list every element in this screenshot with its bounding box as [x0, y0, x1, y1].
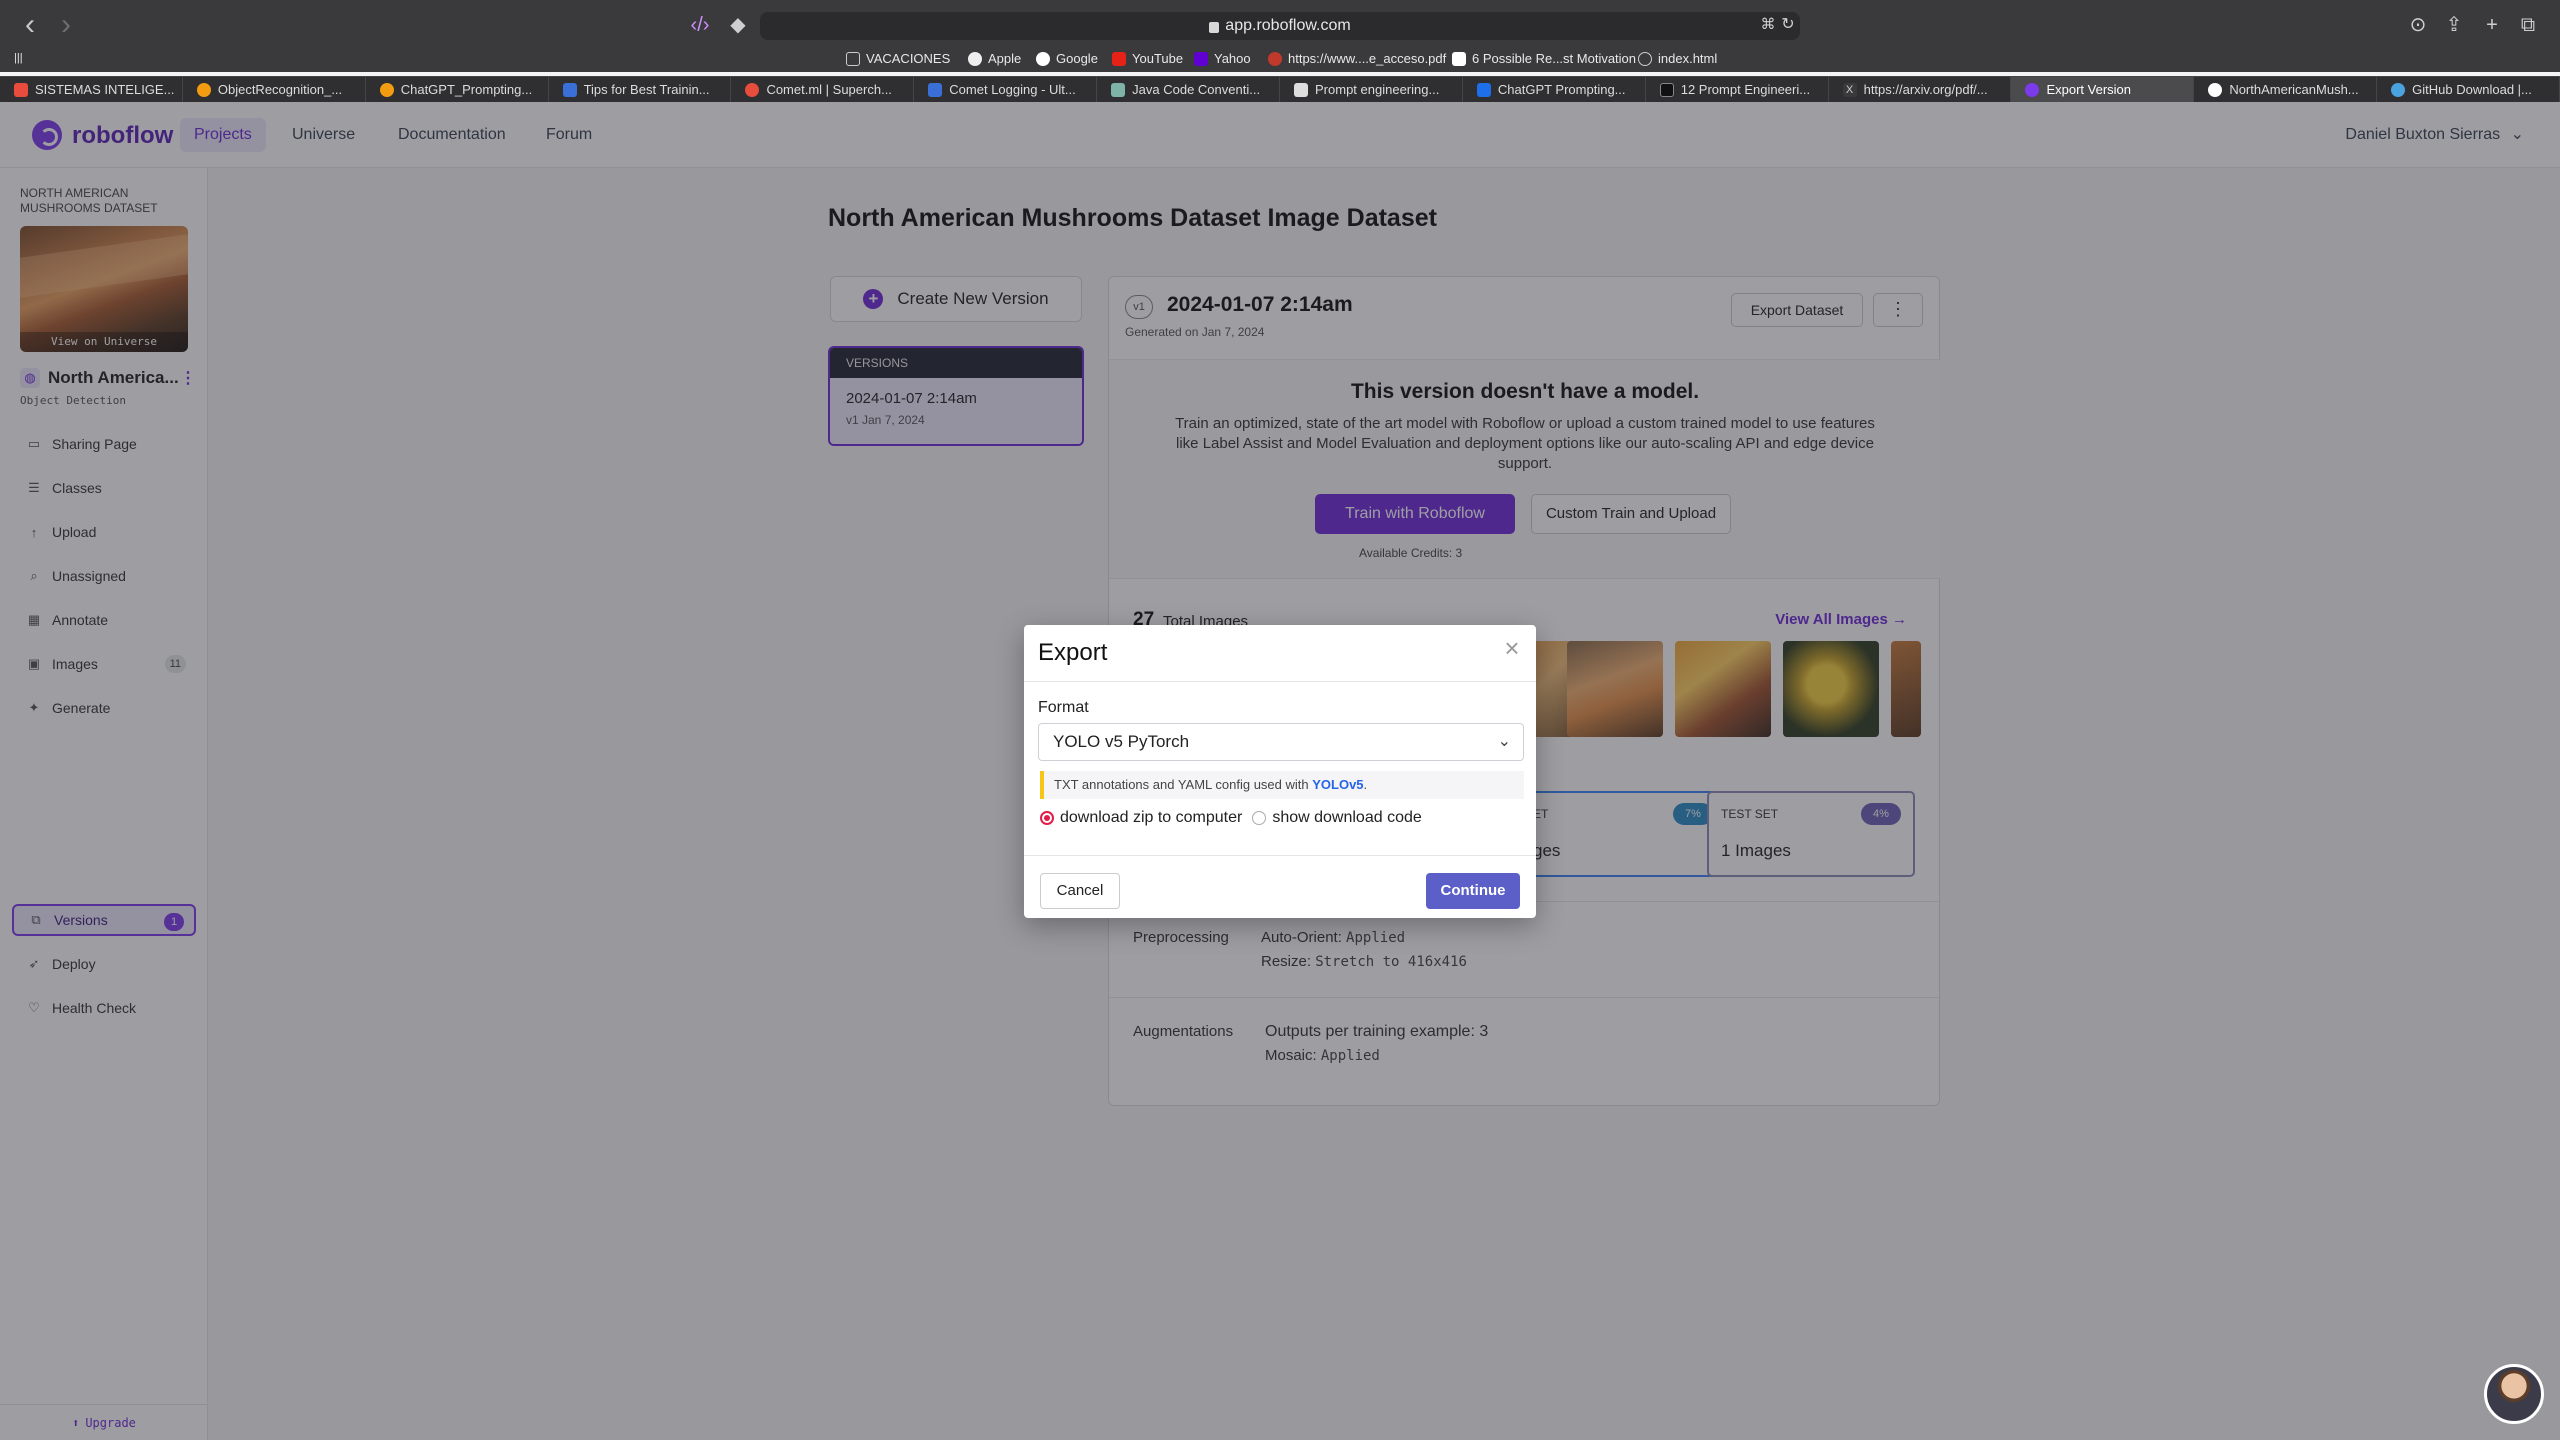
- format-note: TXT annotations and YAML config used wit…: [1040, 771, 1524, 799]
- bookmark-item[interactable]: Google: [1036, 51, 1098, 66]
- tab-strip: SISTEMAS INTELIGE... ObjectRecognition_.…: [0, 76, 2560, 102]
- radio-download-zip-label[interactable]: download zip to computer: [1060, 809, 1242, 827]
- yahoo-icon: [1194, 51, 1208, 66]
- download-options: download zip to computer show download c…: [1040, 809, 1422, 827]
- browser-tab[interactable]: NorthAmericanMush...: [2194, 77, 2378, 102]
- tab-favicon: [928, 82, 943, 97]
- tab-favicon: [562, 82, 577, 97]
- bookmark-folder[interactable]: VACACIONES: [846, 51, 950, 66]
- sidebar-toggle-icon[interactable]: |||: [14, 52, 23, 64]
- support-avatar[interactable]: [2484, 1364, 2544, 1424]
- tab-favicon: [1111, 82, 1126, 97]
- browser-tab[interactable]: GitHub Download |...: [2377, 77, 2560, 102]
- new-tab-icon[interactable]: +: [2480, 13, 2504, 37]
- extension-icon[interactable]: ◆: [726, 13, 750, 37]
- browser-tab[interactable]: ChatGPT_Prompting...: [366, 77, 549, 102]
- google-icon: [1036, 51, 1050, 66]
- radio-show-code-label[interactable]: show download code: [1272, 809, 1421, 827]
- apple-icon: [968, 51, 982, 66]
- export-modal: Export × Format YOLO v5 PyTorch ⌄ TXT an…: [1024, 625, 1536, 918]
- tab-favicon: [1659, 82, 1674, 97]
- back-icon[interactable]: ‹: [16, 10, 44, 40]
- github-icon: [2208, 82, 2223, 97]
- browser-tab[interactable]: Tips for Best Trainin...: [549, 77, 732, 102]
- radio-download-zip[interactable]: [1040, 811, 1054, 825]
- roboflow-favicon: [2025, 82, 2040, 97]
- folder-icon: [846, 51, 860, 66]
- x-icon: X: [1842, 82, 1857, 97]
- browser-toolbar: ‹ › ‹/› ◆ app.roboflow.com ⌘ ↻ ⊙ ⇪ + ⧉: [0, 0, 2560, 52]
- tab-favicon: [2391, 82, 2406, 97]
- bookmark-item[interactable]: https://www....e_acceso.pdf: [1268, 51, 1446, 66]
- url-text: app.roboflow.com: [1225, 17, 1351, 34]
- bookmarks-bar: ||| VACACIONES Apple Google YouTube Yaho…: [0, 46, 2560, 72]
- radio-show-code[interactable]: [1252, 811, 1267, 825]
- close-icon[interactable]: ×: [1498, 635, 1526, 663]
- bookmark-item[interactable]: YouTube: [1112, 51, 1183, 66]
- reload-icon[interactable]: ↻: [1776, 13, 1800, 37]
- forward-icon[interactable]: ›: [52, 10, 80, 40]
- url-bar[interactable]: app.roboflow.com: [760, 12, 1800, 40]
- browser-tab[interactable]: Xhttps://arxiv.org/pdf/...: [1829, 77, 2012, 102]
- pdf-icon: [1268, 51, 1282, 66]
- tab-favicon: [196, 82, 211, 97]
- tab-favicon: [1294, 82, 1309, 97]
- yolov5-link[interactable]: YOLOv5: [1312, 777, 1363, 792]
- format-select[interactable]: YOLO v5 PyTorch ⌄: [1038, 723, 1524, 761]
- browser-tab[interactable]: Comet.ml | Superch...: [731, 77, 915, 102]
- browser-tab-active[interactable]: Export Version: [2011, 77, 2195, 102]
- share-icon[interactable]: ⇪: [2442, 13, 2466, 37]
- bookmark-item[interactable]: Yahoo: [1194, 51, 1251, 66]
- browser-tab[interactable]: Java Code Conventi...: [1097, 77, 1281, 102]
- browser-tab[interactable]: ObjectRecognition_...: [183, 77, 366, 102]
- cancel-button[interactable]: Cancel: [1040, 873, 1120, 909]
- format-value: YOLO v5 PyTorch: [1053, 732, 1190, 751]
- browser-tab[interactable]: ChatGPT Prompting...: [1463, 77, 1646, 102]
- modal-title: Export: [1038, 639, 1108, 666]
- browser-tab[interactable]: Prompt engineering...: [1280, 77, 1463, 102]
- format-label: Format: [1038, 699, 1089, 716]
- browser-tab[interactable]: SISTEMAS INTELIGE...: [0, 77, 183, 102]
- divider: [1024, 855, 1536, 856]
- x-icon: [1452, 51, 1466, 66]
- tab-favicon: [1476, 82, 1491, 97]
- browser-tab[interactable]: 12 Prompt Engineeri...: [1646, 77, 1829, 102]
- globe-icon: [1638, 51, 1652, 66]
- youtube-icon: [1112, 51, 1126, 66]
- tab-favicon: [379, 82, 394, 97]
- lock-icon: [1209, 21, 1220, 33]
- bookmark-item[interactable]: Apple: [968, 51, 1021, 66]
- divider: [1024, 681, 1536, 682]
- tab-favicon: [745, 82, 760, 97]
- download-icon[interactable]: ⊙: [2406, 13, 2430, 37]
- bookmark-item[interactable]: index.html: [1638, 51, 1717, 66]
- devtools-icon[interactable]: ‹/›: [688, 13, 712, 37]
- tab-favicon: [14, 82, 28, 97]
- chevron-down-icon: ⌄: [1497, 733, 1511, 750]
- bookmark-item[interactable]: 6 Possible Re...st Motivation: [1452, 51, 1636, 66]
- continue-button[interactable]: Continue: [1426, 873, 1520, 909]
- tab-overview-icon[interactable]: ⧉: [2516, 13, 2540, 37]
- browser-tab[interactable]: Comet Logging - Ult...: [914, 77, 1098, 102]
